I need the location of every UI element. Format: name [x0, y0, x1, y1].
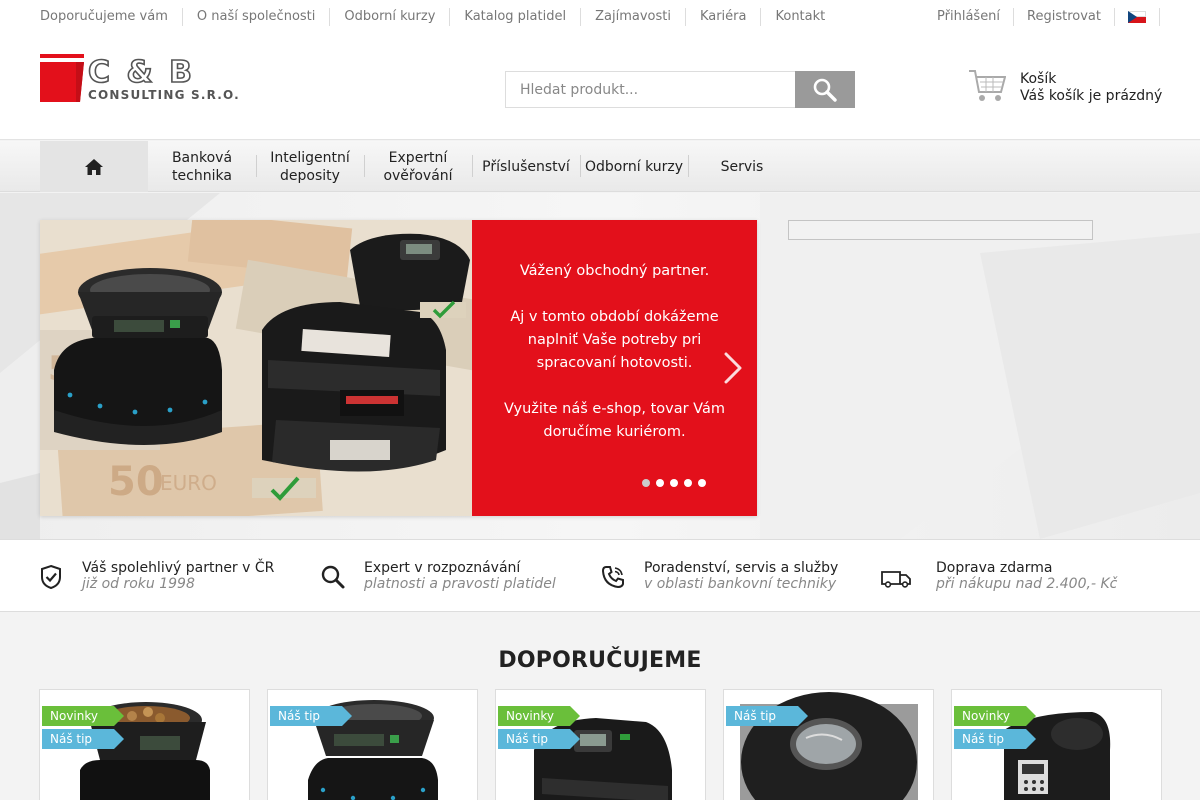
- register-link[interactable]: Registrovat: [1013, 8, 1114, 26]
- search-icon: [813, 78, 837, 102]
- slide-line-2: Aj v tomto období dokážeme naplniť Vaše …: [510, 309, 719, 371]
- badge-tip: Náš tip: [726, 706, 808, 726]
- cz-flag-icon[interactable]: [1128, 11, 1146, 23]
- hero-slider[interactable]: 50 EURO 50: [40, 220, 757, 516]
- topnav-link-recommended[interactable]: Doporučujeme vám: [40, 8, 182, 26]
- phone-icon: [601, 566, 624, 589]
- feature-title: Expert v rozpoznávání: [364, 560, 521, 576]
- magnifier-icon: [321, 565, 345, 589]
- cart-icon: [969, 70, 1006, 101]
- feature-subtitle: v oblasti bankovní techniky: [644, 576, 837, 592]
- product-card[interactable]: Náš tip: [723, 689, 934, 800]
- nav-item-courses[interactable]: Odborní kurzy: [580, 141, 688, 192]
- home-icon: [85, 158, 103, 175]
- feature-subtitle: již od roku 1998: [82, 576, 195, 592]
- main-navigation: Banková technika Inteligentní deposity E…: [0, 141, 1200, 192]
- cart-status: Váš košík je prázdný: [1020, 88, 1163, 104]
- feature-subtitle: při nákupu nad 2.400,- Kč: [936, 576, 1118, 592]
- nav-item-intelligent-deposits[interactable]: Inteligentní deposity: [256, 141, 364, 192]
- topnav-link-courses[interactable]: Odborní kurzy: [329, 8, 449, 26]
- user-links: Přihlášení Registrovat: [924, 8, 1160, 26]
- chevron-right-icon: [724, 352, 742, 384]
- search-form: [505, 71, 855, 108]
- badge-tip: Náš tip: [954, 729, 1036, 749]
- product-card[interactable]: Novinky Náš tip: [951, 689, 1162, 800]
- topnav-link-catalog[interactable]: Katalog platidel: [449, 8, 580, 26]
- divider: [1114, 8, 1115, 26]
- product-card[interactable]: Novinky Náš tip: [39, 689, 250, 800]
- nav-item-accessories[interactable]: Příslušenství: [472, 141, 580, 192]
- money-counter-image: 50 EURO 50: [40, 220, 485, 516]
- broken-image-placeholder: [788, 220, 1093, 240]
- site-header: C & B CONSULTING S.R.O. Košík Váš košík …: [0, 36, 1200, 140]
- topnav-link-about[interactable]: O naší společnosti: [181, 8, 330, 26]
- nav-item-service[interactable]: Servis: [688, 141, 796, 192]
- feature-subtitle: platnosti a pravosti platidel: [364, 576, 556, 592]
- feature-delivery: Doprava zdarma při nákupu nad 2.400,- Kč: [880, 560, 1117, 592]
- slide-text: Vážený obchodný partner. Aj v tomto obdo…: [472, 260, 757, 467]
- slider-dot[interactable]: [670, 479, 678, 487]
- topnav-link-contact[interactable]: Kontakt: [760, 8, 839, 26]
- svg-text:CONSULTING S.R.O.: CONSULTING S.R.O.: [88, 88, 240, 102]
- features-bar: Váš spolehlivý partner v ČR již od roku …: [0, 539, 1200, 612]
- slider-next-button[interactable]: [720, 350, 746, 386]
- cart-title: Košík: [1020, 71, 1057, 87]
- svg-text:50: 50: [108, 459, 164, 505]
- product-card[interactable]: Náš tip: [267, 689, 478, 800]
- svg-text:C & B: C & B: [88, 55, 195, 90]
- slider-dot[interactable]: [684, 479, 692, 487]
- search-input[interactable]: [505, 71, 795, 108]
- slider-dot[interactable]: [656, 479, 664, 487]
- login-link[interactable]: Přihlášení: [924, 8, 1013, 26]
- feature-partner: Váš spolehlivý partner v ČR již od roku …: [38, 560, 274, 592]
- slide-line-3: Využite náš e-shop, tovar Vám doručíme k…: [504, 401, 725, 440]
- slider-dot[interactable]: [642, 479, 650, 487]
- hero-section: 50 EURO 50: [0, 193, 1200, 539]
- badge-tip: Náš tip: [42, 729, 124, 749]
- cart-text: Košík Váš košík je prázdný: [1020, 71, 1162, 105]
- badge-new: Novinky: [42, 706, 124, 726]
- nav-home[interactable]: [40, 141, 148, 192]
- feature-title: Doprava zdarma: [936, 560, 1053, 576]
- badge-tip: Náš tip: [498, 729, 580, 749]
- slider-dots: [642, 479, 706, 487]
- logo-icon: C & B CONSULTING S.R.O.: [40, 54, 240, 102]
- badge-tip: Náš tip: [270, 706, 352, 726]
- van-icon: [881, 571, 911, 588]
- product-grid: Novinky Náš tip Náš tip Novinky Náš tip: [39, 689, 1162, 800]
- feature-service: Poradenství, servis a služby v oblasti b…: [600, 560, 838, 592]
- topnav-link-interesting[interactable]: Zajímavosti: [580, 8, 685, 26]
- search-button[interactable]: [795, 71, 855, 108]
- nav-item-bank-technology[interactable]: Banková technika: [148, 141, 256, 192]
- topnav-link-career[interactable]: Kariéra: [684, 8, 761, 26]
- shield-check-icon: [41, 564, 61, 590]
- top-navigation: Doporučujeme vám O naší společnosti Odbo…: [40, 8, 839, 26]
- nav-item-expert-verification[interactable]: Expertní ověřování: [364, 141, 472, 192]
- cart-widget[interactable]: Košík Váš košík je prázdný: [968, 68, 1162, 105]
- product-card[interactable]: Novinky Náš tip: [495, 689, 706, 800]
- slide-text-panel: Vážený obchodný partner. Aj v tomto obdo…: [472, 220, 757, 516]
- feature-expert: Expert v rozpoznávání platnosti a pravos…: [320, 560, 556, 592]
- feature-title: Poradenství, servis a služby: [644, 560, 839, 576]
- badge-new: Novinky: [498, 706, 580, 726]
- site-logo[interactable]: C & B CONSULTING S.R.O.: [40, 54, 260, 104]
- recommended-title: DOPORUČUJEME: [498, 648, 702, 673]
- feature-title: Váš spolehlivý partner v ČR: [82, 560, 275, 576]
- top-bar: Doporučujeme vám O naší společnosti Odbo…: [0, 0, 1200, 36]
- slider-dot[interactable]: [698, 479, 706, 487]
- slide-line-1: Vážený obchodný partner.: [519, 263, 710, 279]
- badge-new: Novinky: [954, 706, 1036, 726]
- divider: [1159, 8, 1160, 26]
- svg-text:EURO: EURO: [160, 471, 217, 495]
- slide-image: 50 EURO 50: [40, 220, 485, 516]
